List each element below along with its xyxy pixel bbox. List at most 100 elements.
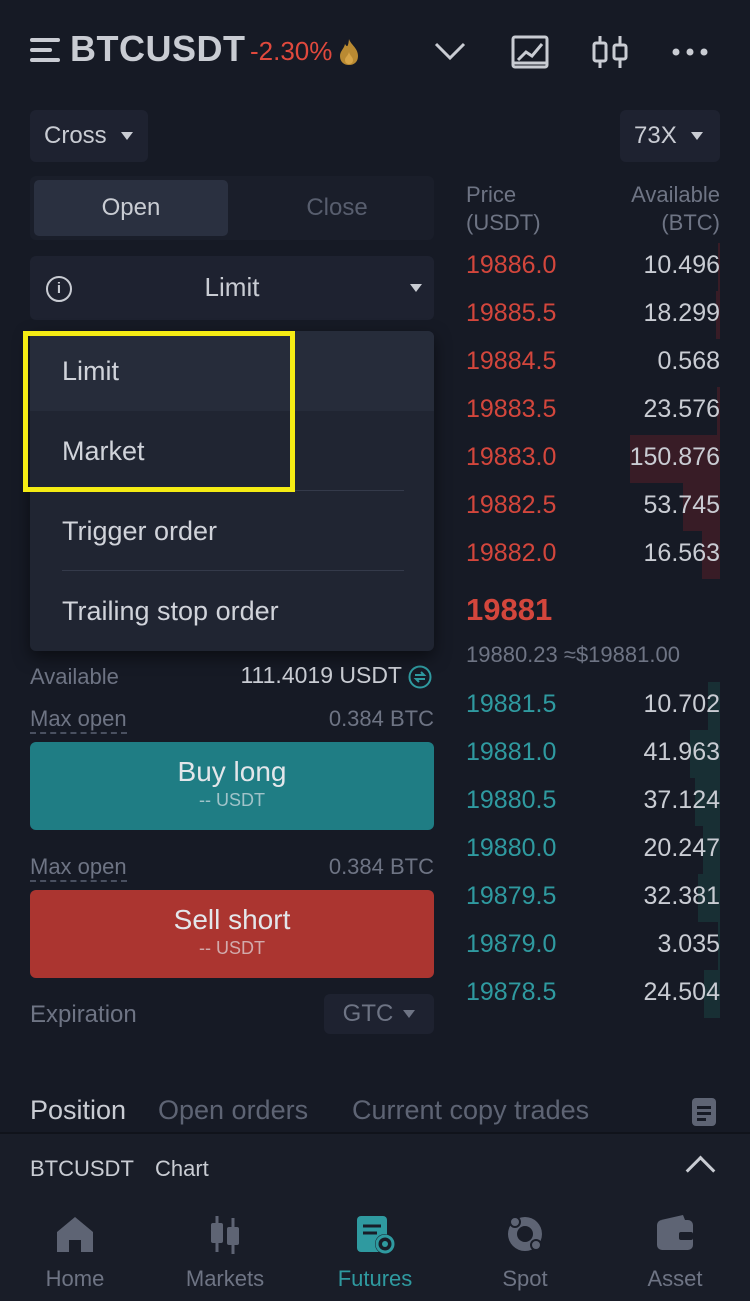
ask-price: 19883.0 bbox=[466, 443, 557, 471]
leverage-label: 73X bbox=[634, 122, 677, 149]
sell-short-cost: -- USDT bbox=[199, 938, 265, 958]
expiration-value: GTC bbox=[342, 1000, 394, 1027]
bid-row[interactable]: 19880.5 37.124 bbox=[466, 778, 720, 826]
ask-price: 19886.0 bbox=[466, 251, 557, 279]
price-header-unit: (USDT) bbox=[466, 210, 541, 235]
sell-short-button[interactable]: Sell short -- USDT bbox=[30, 890, 434, 978]
margin-mode-select[interactable]: Cross bbox=[30, 110, 148, 162]
spot-icon bbox=[508, 1216, 542, 1251]
tab-open[interactable]: Open bbox=[34, 180, 228, 236]
nav-label-home: Home bbox=[45, 1266, 105, 1291]
highlight-box bbox=[23, 331, 295, 492]
more-icon[interactable] bbox=[668, 30, 712, 74]
ask-amount: 53.745 bbox=[643, 491, 720, 519]
bid-price: 19880.5 bbox=[466, 786, 557, 814]
ask-row[interactable]: 19884.5 0.568 bbox=[466, 339, 720, 387]
ask-price: 19885.5 bbox=[466, 299, 557, 327]
ask-row[interactable]: 19885.5 18.299 bbox=[466, 291, 720, 339]
order-type-select[interactable]: i Limit bbox=[30, 256, 434, 320]
home-icon bbox=[57, 1217, 93, 1252]
bid-row[interactable]: 19879.0 3.035 bbox=[466, 922, 720, 970]
bid-amount: 20.247 bbox=[643, 834, 720, 862]
available-value: 111.4019 USDT bbox=[240, 662, 402, 688]
nav-label-spot: Spot bbox=[502, 1266, 548, 1291]
buy-long-label: Buy long bbox=[177, 756, 287, 787]
caret-down-icon bbox=[410, 284, 422, 292]
sell-short-label: Sell short bbox=[173, 904, 291, 935]
ask-row[interactable]: 19882.5 53.745 bbox=[466, 483, 720, 531]
bid-amount: 10.702 bbox=[643, 690, 720, 718]
max-open-sell-value: 0.384 BTC bbox=[328, 854, 434, 879]
nav-item-spot[interactable]: Spot bbox=[450, 1204, 600, 1301]
ask-row[interactable]: 19883.5 23.576 bbox=[466, 387, 720, 435]
nav-item-asset[interactable]: Asset bbox=[600, 1204, 750, 1301]
ask-amount: 18.299 bbox=[643, 299, 720, 327]
menu-icon[interactable] bbox=[30, 36, 60, 64]
order-history-icon[interactable] bbox=[692, 1098, 716, 1126]
bid-price: 19879.5 bbox=[466, 882, 557, 910]
bid-row[interactable]: 19881.5 10.702 bbox=[466, 682, 720, 730]
bid-price: 19878.5 bbox=[466, 978, 557, 1006]
last-price[interactable]: 19881 bbox=[466, 592, 552, 628]
expiration-select[interactable]: GTC bbox=[324, 994, 434, 1034]
amount-header-title: Available bbox=[631, 182, 720, 207]
mini-chart-label[interactable]: Chart bbox=[155, 1156, 209, 1182]
leverage-select[interactable]: 73X bbox=[620, 110, 720, 162]
ask-row[interactable]: 19882.0 16.563 bbox=[466, 531, 720, 579]
chart-icon[interactable] bbox=[508, 30, 552, 74]
nav-label-asset: Asset bbox=[647, 1266, 703, 1291]
price-change-percent: -2.30% bbox=[250, 36, 333, 66]
max-open-label: Max open bbox=[30, 854, 127, 882]
bottom-nav: Home Markets Futures Spot Asset bbox=[0, 1204, 750, 1301]
bid-amount: 37.124 bbox=[643, 786, 720, 814]
ask-amount: 16.563 bbox=[643, 539, 720, 567]
bid-row[interactable]: 19878.5 24.504 bbox=[466, 970, 720, 1018]
ask-price: 19883.5 bbox=[466, 395, 557, 423]
symbol-title[interactable]: BTCUSDT bbox=[70, 28, 245, 70]
buy-long-button[interactable]: Buy long -- USDT bbox=[30, 742, 434, 830]
caret-down-icon bbox=[403, 1010, 416, 1018]
bid-amount: 3.035 bbox=[657, 930, 720, 958]
price-header-title: Price bbox=[466, 182, 517, 207]
bid-price: 19880.0 bbox=[466, 834, 557, 862]
ask-price: 19884.5 bbox=[466, 347, 557, 375]
chevron-down-icon[interactable] bbox=[428, 30, 472, 74]
ask-row[interactable]: 19883.0 150.876 bbox=[466, 435, 720, 483]
dropdown-item-trailing-stop-order[interactable]: Trailing stop order bbox=[30, 571, 434, 651]
futures-icon bbox=[357, 1216, 395, 1254]
bid-price: 19879.0 bbox=[466, 930, 557, 958]
ask-amount: 23.576 bbox=[643, 395, 720, 423]
wallet-icon bbox=[657, 1215, 693, 1250]
nav-item-markets[interactable]: Markets bbox=[150, 1204, 300, 1301]
price-header: Price (USDT) bbox=[466, 181, 541, 237]
expiration-label: Expiration bbox=[30, 1001, 137, 1028]
bid-amount: 24.504 bbox=[643, 978, 720, 1006]
bid-row[interactable]: 19880.0 20.247 bbox=[466, 826, 720, 874]
ask-row[interactable]: 19886.0 10.496 bbox=[466, 243, 720, 291]
buy-long-cost: -- USDT bbox=[199, 790, 265, 810]
bid-row[interactable]: 19879.5 32.381 bbox=[466, 874, 720, 922]
available-label: Available bbox=[30, 664, 119, 689]
margin-mode-label: Cross bbox=[44, 122, 107, 149]
bid-amount: 32.381 bbox=[643, 882, 720, 910]
dropdown-item-trigger-order[interactable]: Trigger order bbox=[30, 491, 434, 571]
max-open-label: Max open bbox=[30, 706, 127, 734]
nav-item-futures[interactable]: Futures bbox=[300, 1204, 450, 1301]
candlestick-icon[interactable] bbox=[588, 30, 632, 74]
caret-down-icon bbox=[120, 132, 133, 140]
bid-row[interactable]: 19881.0 41.963 bbox=[466, 730, 720, 778]
transfer-icon[interactable] bbox=[408, 665, 432, 689]
tab-position[interactable]: Position bbox=[30, 1095, 126, 1126]
open-close-toggle: Open Close bbox=[30, 176, 434, 240]
nav-item-home[interactable]: Home bbox=[0, 1204, 150, 1301]
tab-open-orders[interactable]: Open orders bbox=[158, 1095, 308, 1126]
bid-amount: 41.963 bbox=[643, 738, 720, 766]
amount-header-unit: (BTC) bbox=[661, 210, 720, 235]
bid-price: 19881.5 bbox=[466, 690, 557, 718]
max-open-buy-value: 0.384 BTC bbox=[328, 706, 434, 731]
nav-label-markets: Markets bbox=[185, 1266, 265, 1291]
tab-close[interactable]: Close bbox=[240, 180, 434, 236]
caret-down-icon bbox=[690, 132, 703, 140]
tab-current-copy-trades[interactable]: Current copy trades bbox=[352, 1095, 589, 1126]
fire-icon bbox=[340, 39, 358, 65]
